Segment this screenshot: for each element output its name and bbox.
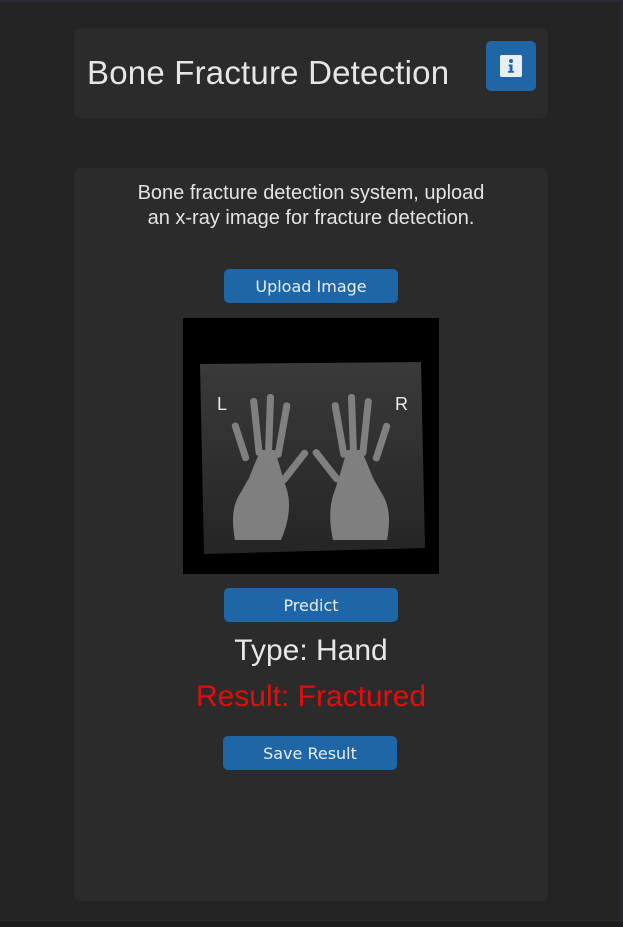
window-top-border [0,0,623,2]
xray-left-marker: L [217,394,227,414]
description-text: Bone fracture detection system, upload a… [137,182,485,229]
save-result-button[interactable]: Save Result [223,736,397,770]
upload-image-button[interactable]: Upload Image [224,269,398,303]
type-label: Type: Hand [234,634,388,667]
info-icon [500,55,522,77]
window-bottom-border [0,920,623,927]
result-label: Result: Fractured [195,680,427,713]
header-card: Bone Fracture Detection [74,28,548,118]
xray-image: L R [183,318,439,574]
xray-right-marker: R [395,394,408,414]
predict-button[interactable]: Predict [224,588,398,622]
app-title: Bone Fracture Detection [87,54,450,91]
main-card: Bone fracture detection system, upload a… [74,168,548,901]
info-button[interactable] [486,41,536,91]
